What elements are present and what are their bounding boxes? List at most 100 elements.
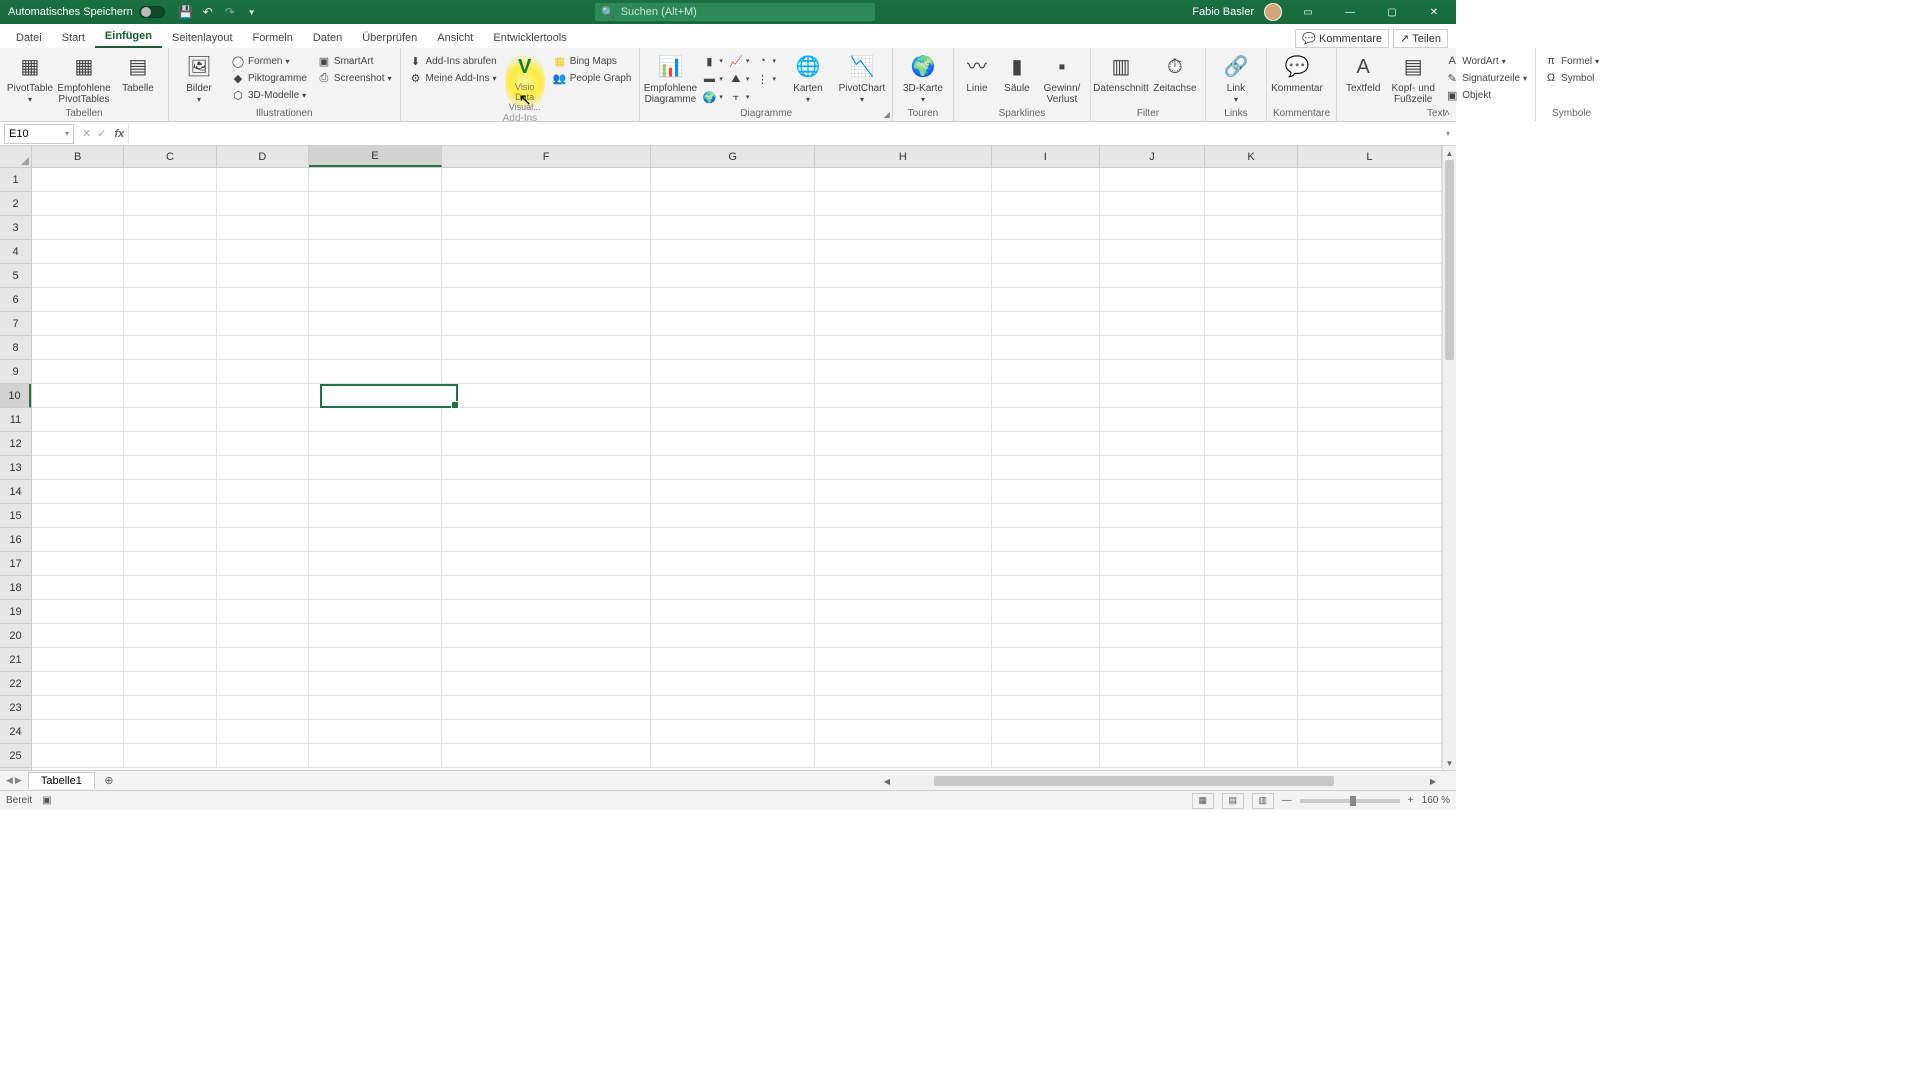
cell-I15[interactable]	[992, 504, 1100, 528]
cell-H11[interactable]	[815, 408, 992, 432]
cell-D21[interactable]	[217, 648, 309, 672]
cell-J2[interactable]	[1100, 192, 1206, 216]
cell-J24[interactable]	[1100, 720, 1206, 744]
row-header-4[interactable]: 4	[0, 240, 31, 264]
chart-map-button[interactable]: 🌍▾	[700, 89, 725, 105]
cell-H4[interactable]	[815, 240, 992, 264]
tab-daten[interactable]: Daten	[303, 28, 352, 48]
cell-K23[interactable]	[1205, 696, 1297, 720]
cell-I24[interactable]	[992, 720, 1100, 744]
cell-F9[interactable]	[442, 360, 652, 384]
cell-L6[interactable]	[1298, 288, 1442, 312]
share-button[interactable]: ↗ Teilen	[1393, 29, 1448, 48]
cell-B14[interactable]	[32, 480, 124, 504]
cell-L5[interactable]	[1298, 264, 1442, 288]
symbol-button[interactable]: ΩSymbol	[1542, 70, 1601, 86]
cell-B15[interactable]	[32, 504, 124, 528]
cell-J3[interactable]	[1100, 216, 1206, 240]
chart-scatter-button[interactable]: ⋮▾	[753, 71, 778, 87]
cell-D22[interactable]	[217, 672, 309, 696]
cell-E9[interactable]	[309, 360, 442, 384]
cell-L21[interactable]	[1298, 648, 1442, 672]
cell-C18[interactable]	[124, 576, 216, 600]
visio-visualizer-button[interactable]: V Visio Data Visual...	[505, 51, 545, 113]
comments-button[interactable]: 💬 Kommentare	[1295, 29, 1389, 48]
cell-K19[interactable]	[1205, 600, 1297, 624]
cell-G21[interactable]	[651, 648, 815, 672]
cell-E6[interactable]	[309, 288, 442, 312]
cell-L24[interactable]	[1298, 720, 1442, 744]
cell-I8[interactable]	[992, 336, 1100, 360]
cell-F7[interactable]	[442, 312, 652, 336]
cell-I7[interactable]	[992, 312, 1100, 336]
cell-C6[interactable]	[124, 288, 216, 312]
cell-G3[interactable]	[651, 216, 815, 240]
cell-J20[interactable]	[1100, 624, 1206, 648]
cell-B11[interactable]	[32, 408, 124, 432]
cell-G19[interactable]	[651, 600, 815, 624]
cell-H13[interactable]	[815, 456, 992, 480]
row-header-21[interactable]: 21	[0, 648, 31, 672]
cell-G14[interactable]	[651, 480, 815, 504]
sparkline-line-button[interactable]: 〰Linie	[960, 51, 994, 108]
column-header-B[interactable]: B	[32, 146, 124, 167]
cell-H23[interactable]	[815, 696, 992, 720]
cell-G7[interactable]	[651, 312, 815, 336]
column-header-F[interactable]: F	[442, 146, 652, 167]
cell-L7[interactable]	[1298, 312, 1442, 336]
cell-E11[interactable]	[309, 408, 442, 432]
column-header-J[interactable]: J	[1100, 146, 1206, 167]
cell-J9[interactable]	[1100, 360, 1206, 384]
cell-B5[interactable]	[32, 264, 124, 288]
cell-J7[interactable]	[1100, 312, 1206, 336]
row-header-10[interactable]: 10	[0, 384, 31, 408]
cell-E1[interactable]	[309, 168, 442, 192]
cell-I2[interactable]	[992, 192, 1100, 216]
cell-F5[interactable]	[442, 264, 652, 288]
cell-E16[interactable]	[309, 528, 442, 552]
cell-F11[interactable]	[442, 408, 652, 432]
cell-I1[interactable]	[992, 168, 1100, 192]
cell-G9[interactable]	[651, 360, 815, 384]
cell-B25[interactable]	[32, 744, 124, 768]
cell-L20[interactable]	[1298, 624, 1442, 648]
cell-L10[interactable]	[1298, 384, 1442, 408]
cell-L15[interactable]	[1298, 504, 1442, 528]
column-header-L[interactable]: L	[1298, 146, 1442, 167]
cell-L18[interactable]	[1298, 576, 1442, 600]
cell-C21[interactable]	[124, 648, 216, 672]
equation-button[interactable]: πFormel▾	[1542, 53, 1601, 69]
fx-icon[interactable]: fx	[114, 128, 124, 140]
cell-F19[interactable]	[442, 600, 652, 624]
cell-G6[interactable]	[651, 288, 815, 312]
cell-F21[interactable]	[442, 648, 652, 672]
cell-I17[interactable]	[992, 552, 1100, 576]
cell-C5[interactable]	[124, 264, 216, 288]
row-header-12[interactable]: 12	[0, 432, 31, 456]
row-header-2[interactable]: 2	[0, 192, 31, 216]
tab-start[interactable]: Start	[52, 28, 95, 48]
cell-H15[interactable]	[815, 504, 992, 528]
cell-K10[interactable]	[1205, 384, 1297, 408]
cell-J21[interactable]	[1100, 648, 1206, 672]
cell-B18[interactable]	[32, 576, 124, 600]
cell-B13[interactable]	[32, 456, 124, 480]
cell-D5[interactable]	[217, 264, 309, 288]
cell-J25[interactable]	[1100, 744, 1206, 768]
pivottable-button[interactable]: ▦PivotTable▾	[6, 51, 54, 108]
row-header-20[interactable]: 20	[0, 624, 31, 648]
cell-I23[interactable]	[992, 696, 1100, 720]
cell-F4[interactable]	[442, 240, 652, 264]
view-normal-button[interactable]: ▦	[1192, 793, 1214, 809]
zoom-in-button[interactable]: +	[1408, 795, 1414, 806]
cell-E18[interactable]	[309, 576, 442, 600]
headerfooter-button[interactable]: ▤Kopf- und Fußzeile	[1389, 51, 1437, 108]
cell-C7[interactable]	[124, 312, 216, 336]
tab-entwicklertools[interactable]: Entwicklertools	[483, 28, 576, 48]
cell-J19[interactable]	[1100, 600, 1206, 624]
shapes-button[interactable]: ◯Formen▾	[229, 53, 309, 69]
cell-H2[interactable]	[815, 192, 992, 216]
cell-F12[interactable]	[442, 432, 652, 456]
cell-D7[interactable]	[217, 312, 309, 336]
cell-D12[interactable]	[217, 432, 309, 456]
